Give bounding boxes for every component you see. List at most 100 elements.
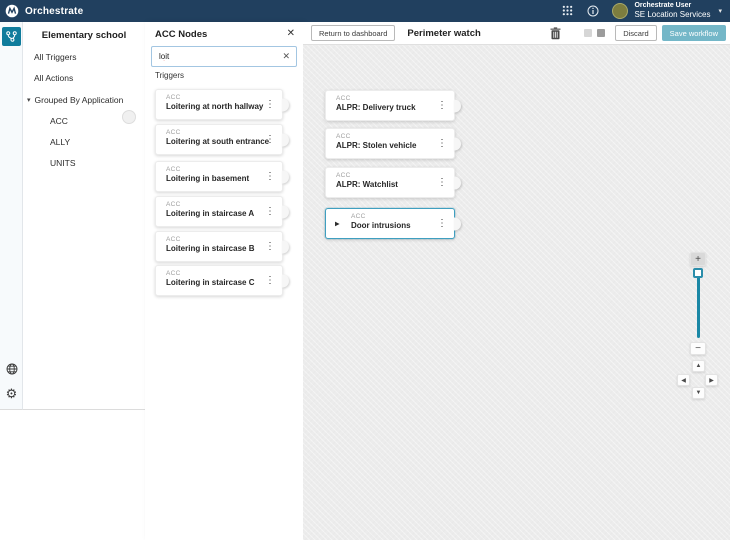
search-box: ✕: [151, 46, 297, 67]
output-connector[interactable]: [454, 99, 461, 112]
close-icon[interactable]: ✕: [287, 28, 295, 39]
output-connector[interactable]: [282, 240, 289, 253]
zoom-slider-track[interactable]: [697, 270, 700, 338]
site-title: Elementary school: [23, 30, 145, 41]
app-tag: ACC: [336, 133, 434, 140]
workflow-canvas[interactable]: ACC ALPR: Delivery truck ⋮ ACC ALPR: Sto…: [303, 45, 730, 540]
output-connector[interactable]: [454, 137, 461, 150]
trigger-card-loitering-north-hallway[interactable]: ACC Loitering at north hallway ⋮: [155, 89, 283, 120]
app-tag: ACC: [351, 213, 434, 220]
workflow-toolbar: Return to dashboard Perimeter watch: [303, 22, 730, 45]
app-tag: ACC: [336, 172, 434, 179]
info-icon[interactable]: [586, 4, 600, 18]
pan-down-button[interactable]: ▼: [692, 387, 705, 399]
card-body: ACC ALPR: Watchlist: [336, 172, 434, 189]
left-icon-strip: ⚙: [0, 22, 23, 410]
app-title: Orchestrate: [25, 6, 83, 17]
topbar-right: Orchestrate User SE Location Services ▾: [560, 2, 730, 19]
kebab-menu-icon[interactable]: ⋮: [265, 207, 275, 217]
canvas-node-alpr-watchlist[interactable]: ACC ALPR: Watchlist ⋮: [325, 167, 455, 198]
app-tag: ACC: [166, 201, 262, 208]
app-tag: ACC: [166, 94, 262, 101]
kebab-menu-icon[interactable]: ⋮: [437, 101, 447, 111]
kebab-menu-icon[interactable]: ⋮: [265, 172, 275, 182]
language-globe-icon[interactable]: [5, 362, 18, 375]
output-connector[interactable]: [282, 98, 289, 111]
trigger-card-loitering-staircase-c[interactable]: ACC Loitering in staircase C ⋮: [155, 265, 283, 296]
drag-ghost-indicator: [122, 110, 136, 124]
clear-search-icon[interactable]: ✕: [282, 52, 290, 61]
redo-icon[interactable]: [597, 29, 605, 37]
zoom-slider-thumb[interactable]: [693, 268, 703, 278]
delete-trash-icon[interactable]: [550, 27, 562, 40]
discard-button[interactable]: Discard: [615, 25, 656, 41]
kebab-menu-icon[interactable]: ⋮: [265, 135, 275, 145]
kebab-menu-icon[interactable]: ⋮: [265, 242, 275, 252]
pan-up-button[interactable]: ▲: [692, 360, 705, 372]
settings-gear-icon[interactable]: ⚙: [5, 387, 18, 400]
triggers-section-label: Triggers: [155, 71, 184, 80]
node-library-panel: Elementary school All Triggers All Actio…: [23, 22, 145, 410]
sidebar-item-acc[interactable]: ACC: [50, 116, 68, 126]
top-bar: Orchestrate: [0, 0, 730, 22]
card-title: Loitering in staircase B: [166, 244, 262, 253]
acc-nodes-panel: ACC Nodes ✕ ✕ Triggers ACC Loitering at …: [145, 22, 303, 540]
output-connector[interactable]: [282, 205, 289, 218]
zoom-in-button[interactable]: +: [690, 252, 706, 266]
pan-left-button[interactable]: ◀: [677, 374, 690, 386]
trigger-card-loitering-staircase-a[interactable]: ACC Loitering in staircase A ⋮: [155, 196, 283, 227]
kebab-menu-icon[interactable]: ⋮: [437, 139, 447, 149]
caret-down-icon: ▾: [27, 96, 31, 104]
card-title: Loitering at south entrance: [166, 137, 262, 146]
canvas-node-alpr-delivery-truck[interactable]: ACC ALPR: Delivery truck ⋮: [325, 90, 455, 121]
canvas-node-door-intrusions[interactable]: ▶ ACC Door intrusions ⋮: [325, 208, 455, 239]
apps-grid-icon[interactable]: [560, 4, 574, 18]
card-body: ACC ALPR: Stolen vehicle: [336, 133, 434, 150]
card-body: ACC Loitering in staircase B: [166, 236, 262, 253]
workflows-nav-icon[interactable]: [2, 27, 21, 46]
trigger-card-loitering-staircase-b[interactable]: ACC Loitering in staircase B ⋮: [155, 231, 283, 262]
panel-title: ACC Nodes: [155, 29, 207, 40]
trigger-card-loitering-basement[interactable]: ACC Loitering in basement ⋮: [155, 161, 283, 192]
card-body: ACC Loitering in staircase A: [166, 201, 262, 218]
user-org: SE Location Services: [634, 10, 710, 19]
kebab-menu-icon[interactable]: ⋮: [437, 219, 447, 229]
kebab-menu-icon[interactable]: ⋮: [437, 178, 447, 188]
card-body: ACC Door intrusions: [351, 213, 434, 230]
card-title: Loitering at north hallway: [166, 102, 262, 111]
card-title: ALPR: Stolen vehicle: [336, 141, 434, 150]
sidebar-item-ally[interactable]: ALLY: [50, 137, 70, 147]
canvas-node-alpr-stolen-vehicle[interactable]: ACC ALPR: Stolen vehicle ⋮: [325, 128, 455, 159]
card-title: ALPR: Watchlist: [336, 180, 434, 189]
return-to-dashboard-button[interactable]: Return to dashboard: [311, 25, 395, 41]
kebab-menu-icon[interactable]: ⋮: [265, 100, 275, 110]
app-tag: ACC: [166, 236, 262, 243]
sidebar-item-all-actions[interactable]: All Actions: [34, 73, 73, 83]
output-connector[interactable]: [282, 133, 289, 146]
save-workflow-button[interactable]: Save workflow: [662, 25, 726, 41]
card-title: Loitering in staircase C: [166, 278, 262, 287]
trigger-card-loitering-south-entrance[interactable]: ACC Loitering at south entrance ⋮: [155, 124, 283, 155]
workflow-title: Perimeter watch: [407, 28, 480, 39]
sidebar-item-units[interactable]: UNITS: [50, 158, 76, 168]
sidebar-item-all-triggers[interactable]: All Triggers: [34, 52, 77, 62]
zoom-out-button[interactable]: −: [690, 342, 706, 355]
user-menu[interactable]: Orchestrate User SE Location Services ▾: [612, 2, 722, 19]
app-tag: ACC: [166, 270, 262, 277]
undo-icon[interactable]: [584, 29, 592, 37]
output-connector[interactable]: [454, 217, 461, 230]
play-icon: ▶: [335, 220, 340, 227]
output-connector[interactable]: [454, 176, 461, 189]
kebab-menu-icon[interactable]: ⋮: [265, 276, 275, 286]
acc-label: ACC: [50, 116, 68, 126]
pan-right-button[interactable]: ▶: [705, 374, 718, 386]
search-input[interactable]: [152, 47, 296, 66]
output-connector[interactable]: [282, 170, 289, 183]
sidebar-item-grouped-by-application[interactable]: ▾ Grouped By Application: [27, 95, 123, 105]
units-label: UNITS: [50, 158, 76, 168]
card-body: ACC Loitering in basement: [166, 166, 262, 183]
ally-label: ALLY: [50, 137, 70, 147]
output-connector[interactable]: [282, 274, 289, 287]
avatar: [612, 3, 628, 19]
card-body: ACC Loitering at north hallway: [166, 94, 262, 111]
